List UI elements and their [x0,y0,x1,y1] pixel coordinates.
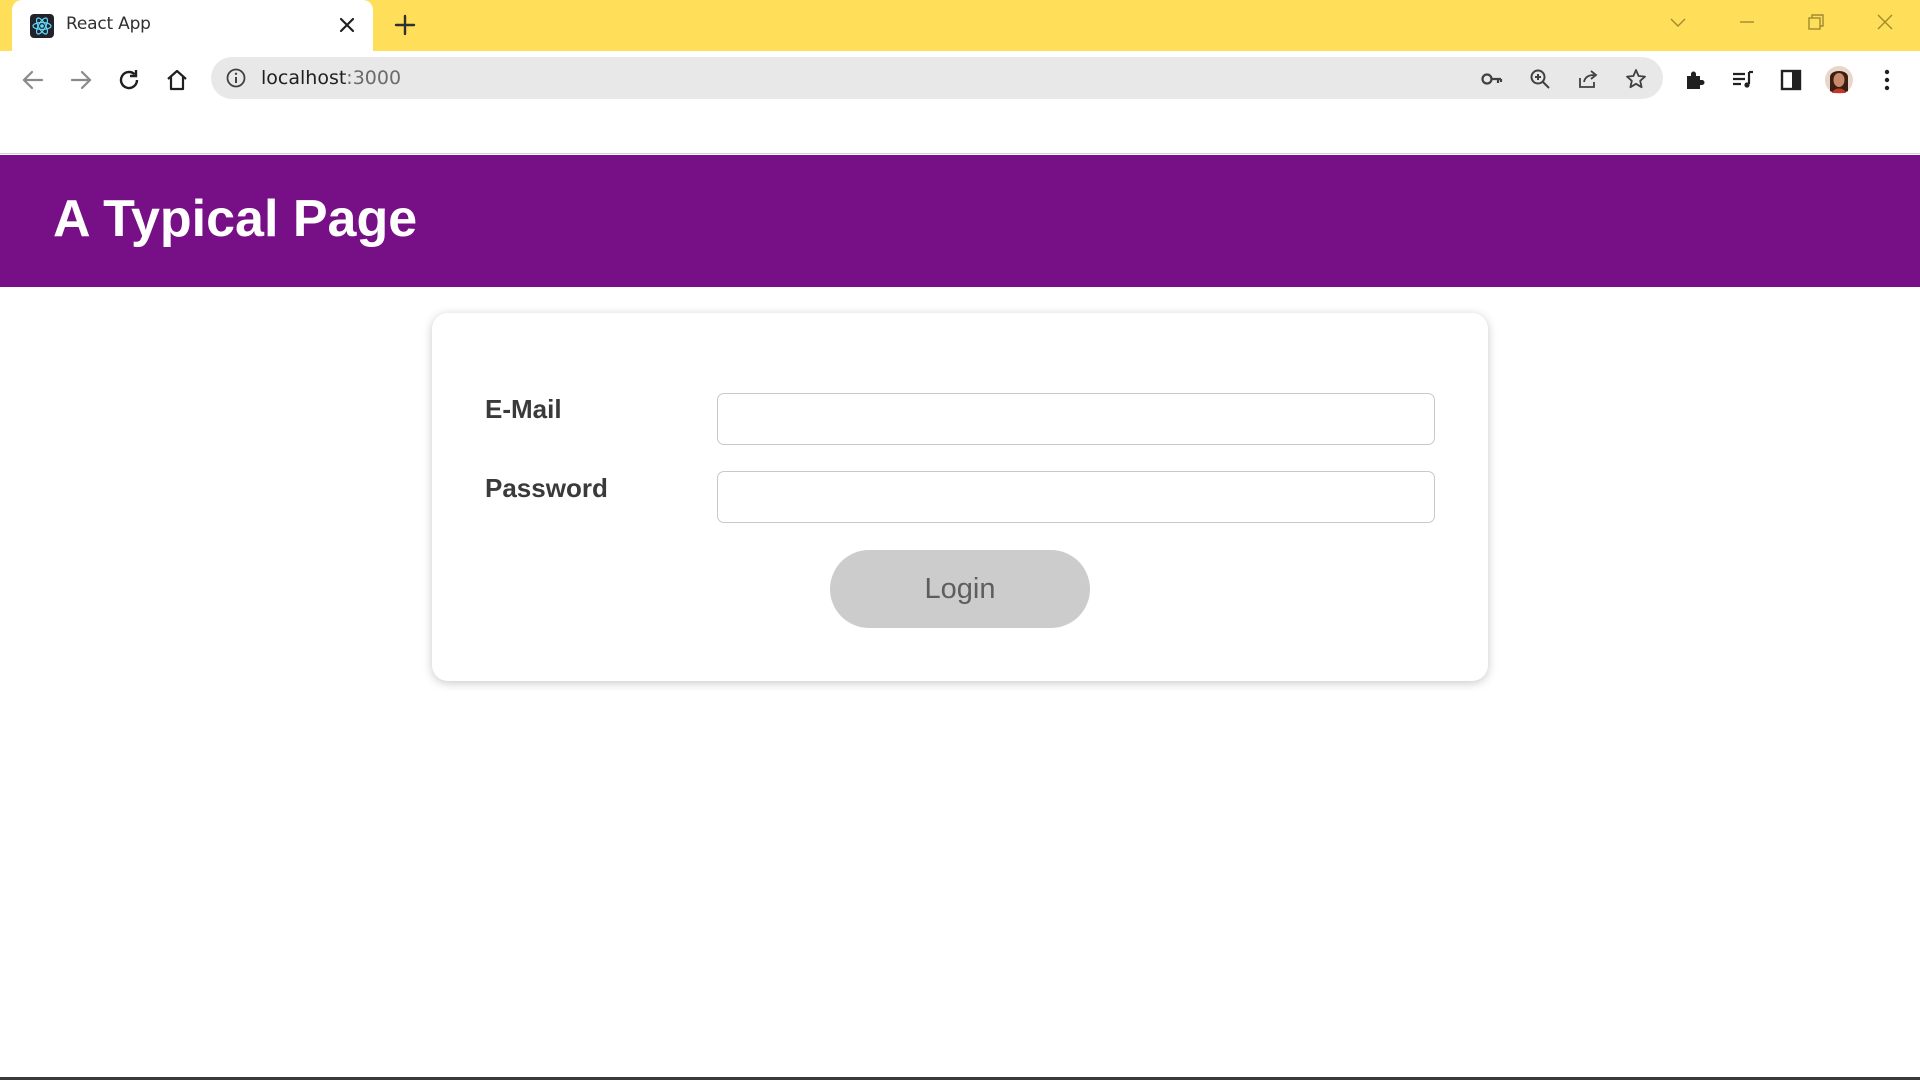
kebab-menu-icon [1884,69,1890,91]
share-icon[interactable] [1576,67,1600,91]
browser-tab[interactable]: React App [12,0,373,51]
zoom-in-icon[interactable] [1528,67,1552,91]
puzzle-icon [1687,71,1705,89]
info-icon[interactable] [225,67,247,89]
login-button[interactable]: Login [830,550,1090,628]
media-button[interactable] [1728,65,1758,95]
password-field[interactable] [717,471,1435,523]
page-header: A Typical Page [0,155,1920,287]
minimize-icon[interactable] [1737,12,1757,32]
chevron-down-icon[interactable] [1668,12,1688,32]
tab-title: React App [66,14,151,34]
reload-button[interactable] [114,65,144,95]
home-button[interactable] [162,65,192,95]
close-icon[interactable] [1875,12,1895,32]
url-text[interactable]: localhost:3000 [261,67,401,89]
back-button[interactable] [18,65,48,95]
profile-button[interactable] [1824,65,1854,95]
key-icon[interactable] [1480,67,1504,91]
url-host: localhost [261,67,347,89]
react-logo-icon [30,14,54,38]
reload-icon [119,70,139,90]
plus-icon[interactable] [394,14,416,36]
browser-toolbar: localhost:3000 [0,51,1920,154]
tab-strip: React App [0,0,1920,51]
password-label: Password [485,473,608,503]
side-panel-icon [1780,69,1802,91]
home-icon [167,69,187,91]
forward-button[interactable] [66,65,96,95]
extensions-button[interactable] [1680,65,1710,95]
close-icon[interactable] [338,16,356,34]
address-bar[interactable]: localhost:3000 [211,57,1663,99]
browser-menu-button[interactable] [1872,65,1902,95]
restore-icon[interactable] [1806,12,1826,32]
side-panel-button[interactable] [1776,65,1806,95]
page-title: A Typical Page [53,190,418,248]
star-icon[interactable] [1624,67,1648,91]
url-port: :3000 [346,67,402,89]
arrow-left-icon [22,70,44,90]
avatar [1825,66,1853,94]
email-label: E-Mail [485,394,562,424]
email-field[interactable] [717,393,1435,445]
media-queue-icon [1733,70,1753,88]
login-card: E-Mail Password Login [432,313,1488,681]
arrow-right-icon [70,70,92,90]
